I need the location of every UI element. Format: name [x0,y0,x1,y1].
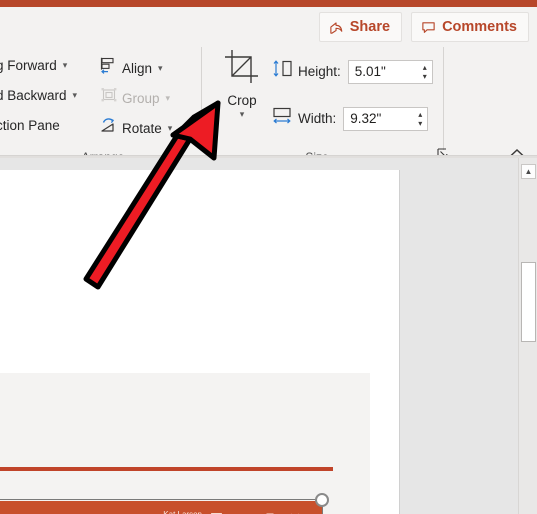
chevron-down-icon[interactable]: ▾ [73,91,78,100]
share-arrow-icon [329,20,344,35]
group-label: Group [122,90,160,106]
powerpoint-window: Share Comments g Forward ▾ d Backward ▾ [0,0,537,514]
chevron-up-icon[interactable]: ▴ [418,111,422,119]
comments-label: Comments [442,19,517,35]
height-input[interactable]: 5.01" ▴ ▾ [347,59,433,84]
chevron-down-icon[interactable]: ▾ [158,63,163,73]
close-icon[interactable] [290,509,300,514]
group-separator-size-right [443,47,444,150]
chevron-down-icon[interactable]: ▾ [423,73,427,81]
crop-button[interactable]: Crop ▾ [216,49,268,120]
powerpoint-screenshot-picture[interactable]: Kat Larson [0,501,322,514]
chevron-down-icon[interactable]: ▾ [168,123,173,133]
comment-bubble-icon [421,20,436,35]
chevron-down-icon[interactable]: ▾ [166,93,171,103]
chevron-up-icon[interactable]: ▴ [423,64,427,72]
bring-forward-button[interactable]: g Forward ▾ [0,58,67,73]
crop-label: Crop [227,93,257,108]
slide-canvas[interactable]: Kat Larson [0,170,400,514]
selection-border-top [0,499,322,500]
chevron-down-icon[interactable]: ▾ [63,61,68,70]
selection-handle-circle[interactable] [315,493,329,507]
ribbon-display-options-icon[interactable] [211,509,222,514]
selection-pane-label: ction Pane [0,118,60,133]
align-label: Align [122,60,153,76]
crop-icon [223,50,261,89]
chevron-down-icon[interactable]: ▾ [216,109,268,120]
minimize-icon[interactable] [238,509,248,514]
ribbon-top-right-actions: Share Comments [318,12,529,42]
width-value: 9.32" [350,111,382,126]
group-separator-arrange-size [201,47,202,142]
bring-forward-label: g Forward [0,58,57,73]
shape-width-icon [272,106,294,131]
scroll-up-arrow-icon[interactable]: ▲ [521,164,536,179]
embedded-user-name: Kat Larson [163,510,202,514]
width-stepper[interactable]: ▴ ▾ [418,109,422,131]
chevron-down-icon[interactable]: ▾ [418,120,422,128]
rotate-button[interactable]: Rotate ▾ [100,117,172,139]
height-label: Height: [298,64,341,79]
width-label: Width: [298,111,337,126]
vertical-scroll-thumb[interactable] [521,262,536,342]
width-field-row: Width: 9.32" ▴ ▾ [272,106,429,131]
selection-pane-button[interactable]: ction Pane [0,118,60,133]
width-input[interactable]: 9.32" ▴ ▾ [343,106,429,131]
shape-height-icon [272,59,294,84]
ribbon: Share Comments g Forward ▾ d Backward ▾ [0,7,537,164]
height-stepper[interactable]: ▴ ▾ [423,62,427,84]
send-backward-label: d Backward [0,88,67,103]
height-value: 5.01" [354,64,386,79]
group-icon [100,87,118,109]
slide-accent-rule [0,467,333,471]
share-button[interactable]: Share [318,12,403,42]
restore-icon[interactable] [264,509,274,514]
send-backward-button[interactable]: d Backward ▾ [0,88,77,103]
group-button[interactable]: Group ▾ [100,87,170,109]
rotate-label: Rotate [122,120,162,136]
comments-button[interactable]: Comments [411,12,529,42]
height-field-row: Height: 5.01" ▴ ▾ [272,59,433,84]
title-bar-accent [0,0,537,7]
align-button[interactable]: Align ▾ [100,57,163,79]
vertical-scrollbar[interactable]: ▲ [518,158,537,514]
rotate-icon [100,117,118,139]
share-label: Share [349,19,391,35]
align-icon [100,57,118,79]
slide-content-area [0,373,370,514]
